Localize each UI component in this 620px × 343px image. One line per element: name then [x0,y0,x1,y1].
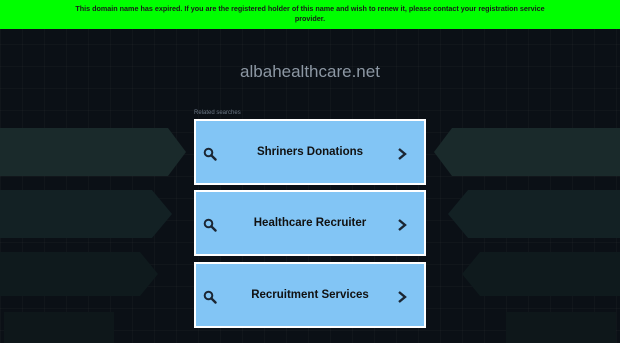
related-search-shriners-donations[interactable]: Shriners Donations [194,119,426,185]
related-searches-label: Related searches [194,110,241,116]
chevron-right-icon [398,291,407,303]
related-search-healthcare-recruiter[interactable]: Healthcare Recruiter [194,190,426,256]
search-icon [203,218,217,232]
banner-text: This domain name has expired. If you are… [75,4,545,23]
related-search-recruitment-services[interactable]: Recruitment Services [194,262,426,328]
chevron-right-icon [398,219,407,231]
related-search-label: Healthcare Recruiter [253,217,367,229]
chevron-right-icon [398,148,407,160]
related-search-label: Shriners Donations [256,146,364,158]
domain-title: albahealthcare.net [240,62,380,81]
search-icon [203,290,217,304]
expired-domain-banner: This domain name has expired. If you are… [0,0,620,29]
related-search-label: Recruitment Services [251,289,369,301]
left-decorative-arrows [0,128,186,343]
search-icon [203,147,217,161]
right-decorative-arrows [434,128,620,343]
